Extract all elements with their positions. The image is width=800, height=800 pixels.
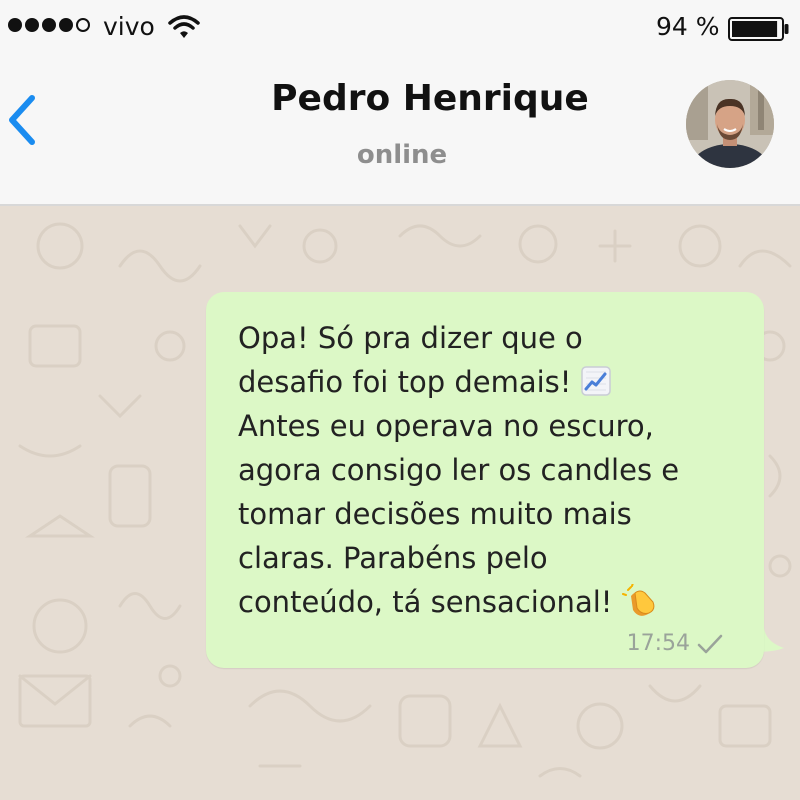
chat-header: Pedro Henrique online — [0, 56, 800, 206]
outgoing-message-bubble[interactable]: Opa! Só pra dizer que o desafio foi top … — [206, 292, 764, 668]
contact-status: online — [356, 140, 448, 170]
single-check-icon — [697, 634, 723, 653]
wifi-icon — [168, 15, 200, 38]
message-timestamp: 17:54 — [626, 631, 690, 656]
status-bar: vivo 94 % — [0, 0, 800, 56]
contact-name[interactable]: Pedro Henrique — [0, 78, 800, 119]
message-text: Opa! Só pra dizer que o desafio foi top … — [238, 321, 680, 619]
battery-percentage: 94 % — [656, 12, 720, 41]
chart-increasing-emoji — [580, 366, 611, 396]
message-meta: 17:54 — [627, 631, 724, 656]
battery-icon — [728, 17, 789, 41]
avatar[interactable] — [686, 80, 774, 168]
chat-screen: vivo 94 % Pedro Henrique online Opa! Só … — [0, 0, 800, 800]
chat-area[interactable]: Opa! Só pra dizer que o desafio foi top … — [0, 206, 800, 800]
signal-strength-icon — [8, 18, 90, 32]
clapping-hands-emoji — [621, 584, 654, 616]
carrier-name: vivo — [103, 12, 155, 41]
